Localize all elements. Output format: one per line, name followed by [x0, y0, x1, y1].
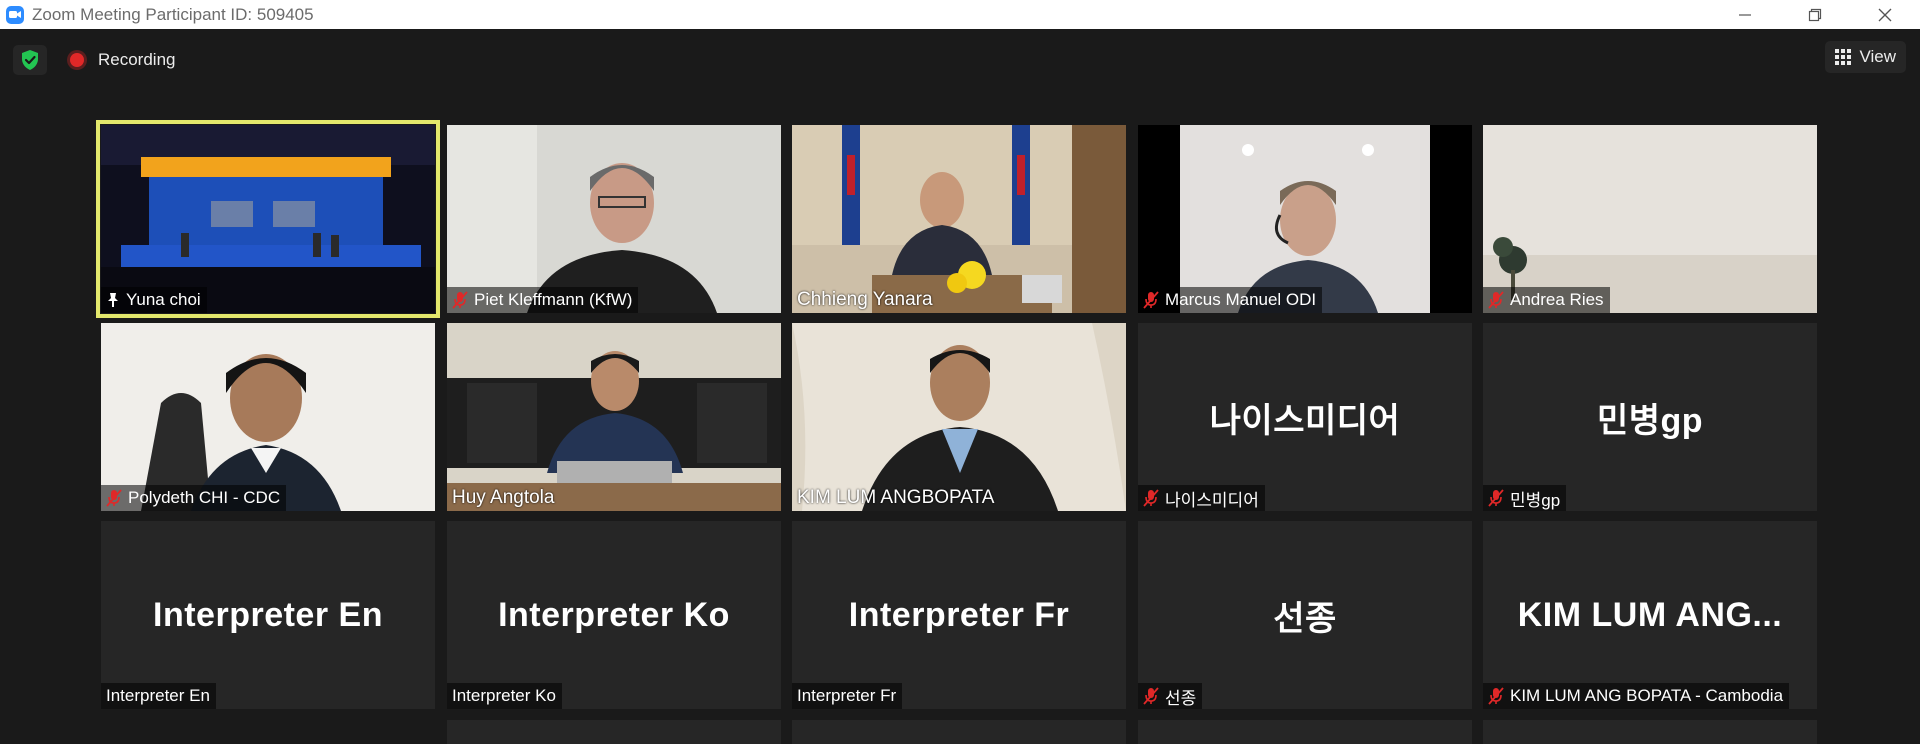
conference-stage-video [101, 125, 435, 313]
participant-name: Chhieng Yanara [797, 289, 933, 310]
participant-namebar: Interpreter En [101, 683, 216, 709]
participant-tile-partial[interactable] [1138, 720, 1472, 744]
participant-tile-minbyeong-gp[interactable]: 민병gp 민병gp [1483, 323, 1817, 511]
participant-name: 민병gp [1510, 490, 1561, 510]
participant-tile-chhieng-yanara[interactable]: Chhieng Yanara [792, 125, 1126, 313]
microphone-muted-icon [1488, 291, 1504, 309]
participant-display-name: Interpreter En [153, 595, 383, 634]
participant-tile-interpreter-fr[interactable]: Interpreter Fr Interpreter Fr [792, 521, 1126, 709]
participant-video [792, 323, 1126, 511]
video-grid: Yuna choi Piet Kleffmann (KfW) Chhieng Y… [0, 0, 1920, 744]
participant-display-name: 나이스미디어 [1209, 401, 1401, 440]
participant-tile-seonjong[interactable]: 선종 선종 [1138, 521, 1472, 709]
participant-tile-nice-media[interactable]: 나이스미디어 나이스미디어 [1138, 323, 1472, 511]
participant-namebar: KIM LUM ANG BOPATA - Cambodia [1483, 683, 1790, 709]
participant-display-name: 민병gp [1596, 401, 1704, 440]
participant-tile-kim-lum-ang-bopata-cambodia[interactable]: KIM LUM ANG... KIM LUM ANG BOPATA - Camb… [1483, 521, 1817, 709]
microphone-muted-icon [1488, 489, 1504, 507]
participant-namebar: 나이스미디어 [1138, 485, 1265, 511]
participant-name: Yuna choi [126, 290, 201, 309]
participant-name: Huy Angtola [452, 487, 555, 508]
participant-video [1138, 125, 1472, 313]
participant-name: KIM LUM ANGBOPATA [797, 487, 995, 508]
participant-name: Polydeth CHI - CDC [128, 488, 281, 507]
participant-namebar: Huy Angtola [447, 485, 560, 511]
participant-tile-kim-lum-angbopata[interactable]: KIM LUM ANGBOPATA [792, 323, 1126, 511]
participant-video [792, 125, 1126, 313]
microphone-muted-icon [1143, 687, 1159, 705]
participant-namebar: Yuna choi [101, 287, 207, 313]
participant-namebar: Chhieng Yanara [792, 287, 939, 313]
participant-name: KIM LUM ANG BOPATA - Cambodia [1510, 686, 1784, 705]
participant-tile-partial[interactable] [447, 720, 781, 744]
participant-name: 나이스미디어 [1165, 490, 1259, 510]
participant-name: Andrea Ries [1510, 290, 1604, 309]
participant-display-name: KIM LUM ANG... [1517, 595, 1783, 634]
participant-display-name: 선종 [1273, 599, 1337, 638]
participant-tile-partial[interactable] [792, 720, 1126, 744]
participant-display-name: Interpreter Ko [498, 595, 730, 634]
participant-namebar: 선종 [1138, 683, 1203, 709]
participant-name: Interpreter En [106, 686, 210, 705]
participant-name: Interpreter Fr [797, 686, 897, 705]
participant-tile-piet-kleffmann[interactable]: Piet Kleffmann (KfW) [447, 125, 781, 313]
participant-tile-huy-angtola[interactable]: Huy Angtola [447, 323, 781, 511]
participant-video [101, 323, 435, 511]
participant-tile-partial[interactable] [1483, 720, 1817, 744]
participant-name: 선종 [1165, 688, 1197, 708]
participant-namebar: Interpreter Fr [792, 683, 903, 709]
participant-tile-andrea-ries[interactable]: Andrea Ries [1483, 125, 1817, 313]
participant-tile-yuna-choi[interactable]: Yuna choi [96, 120, 440, 318]
microphone-muted-icon [1488, 687, 1504, 705]
participant-namebar: Marcus Manuel ODI [1138, 287, 1323, 313]
participant-name: Piet Kleffmann (KfW) [474, 290, 633, 309]
participant-display-name: Interpreter Fr [848, 595, 1070, 634]
participant-namebar: Polydeth CHI - CDC [101, 485, 287, 511]
participant-namebar: Piet Kleffmann (KfW) [447, 287, 639, 313]
participant-namebar: Interpreter Ko [447, 683, 562, 709]
participant-tile-interpreter-ko[interactable]: Interpreter Ko Interpreter Ko [447, 521, 781, 709]
microphone-muted-icon [1143, 489, 1159, 507]
participant-tile-marcus-manuel[interactable]: Marcus Manuel ODI [1138, 125, 1472, 313]
participant-tile-interpreter-en[interactable]: Interpreter En Interpreter En [101, 521, 435, 709]
participant-video [1483, 125, 1817, 313]
microphone-muted-icon [106, 489, 122, 507]
pin-icon [106, 292, 120, 308]
microphone-muted-icon [1143, 291, 1159, 309]
participant-name: Interpreter Ko [452, 686, 556, 705]
participant-name: Marcus Manuel ODI [1165, 290, 1317, 309]
participant-namebar: KIM LUM ANGBOPATA [792, 485, 1000, 511]
participant-namebar: 민병gp [1483, 485, 1567, 511]
participant-namebar: Andrea Ries [1483, 287, 1610, 313]
microphone-muted-icon [452, 291, 468, 309]
participant-video [447, 125, 781, 313]
participant-video [447, 323, 781, 511]
participant-tile-polydeth-chi[interactable]: Polydeth CHI - CDC [101, 323, 435, 511]
